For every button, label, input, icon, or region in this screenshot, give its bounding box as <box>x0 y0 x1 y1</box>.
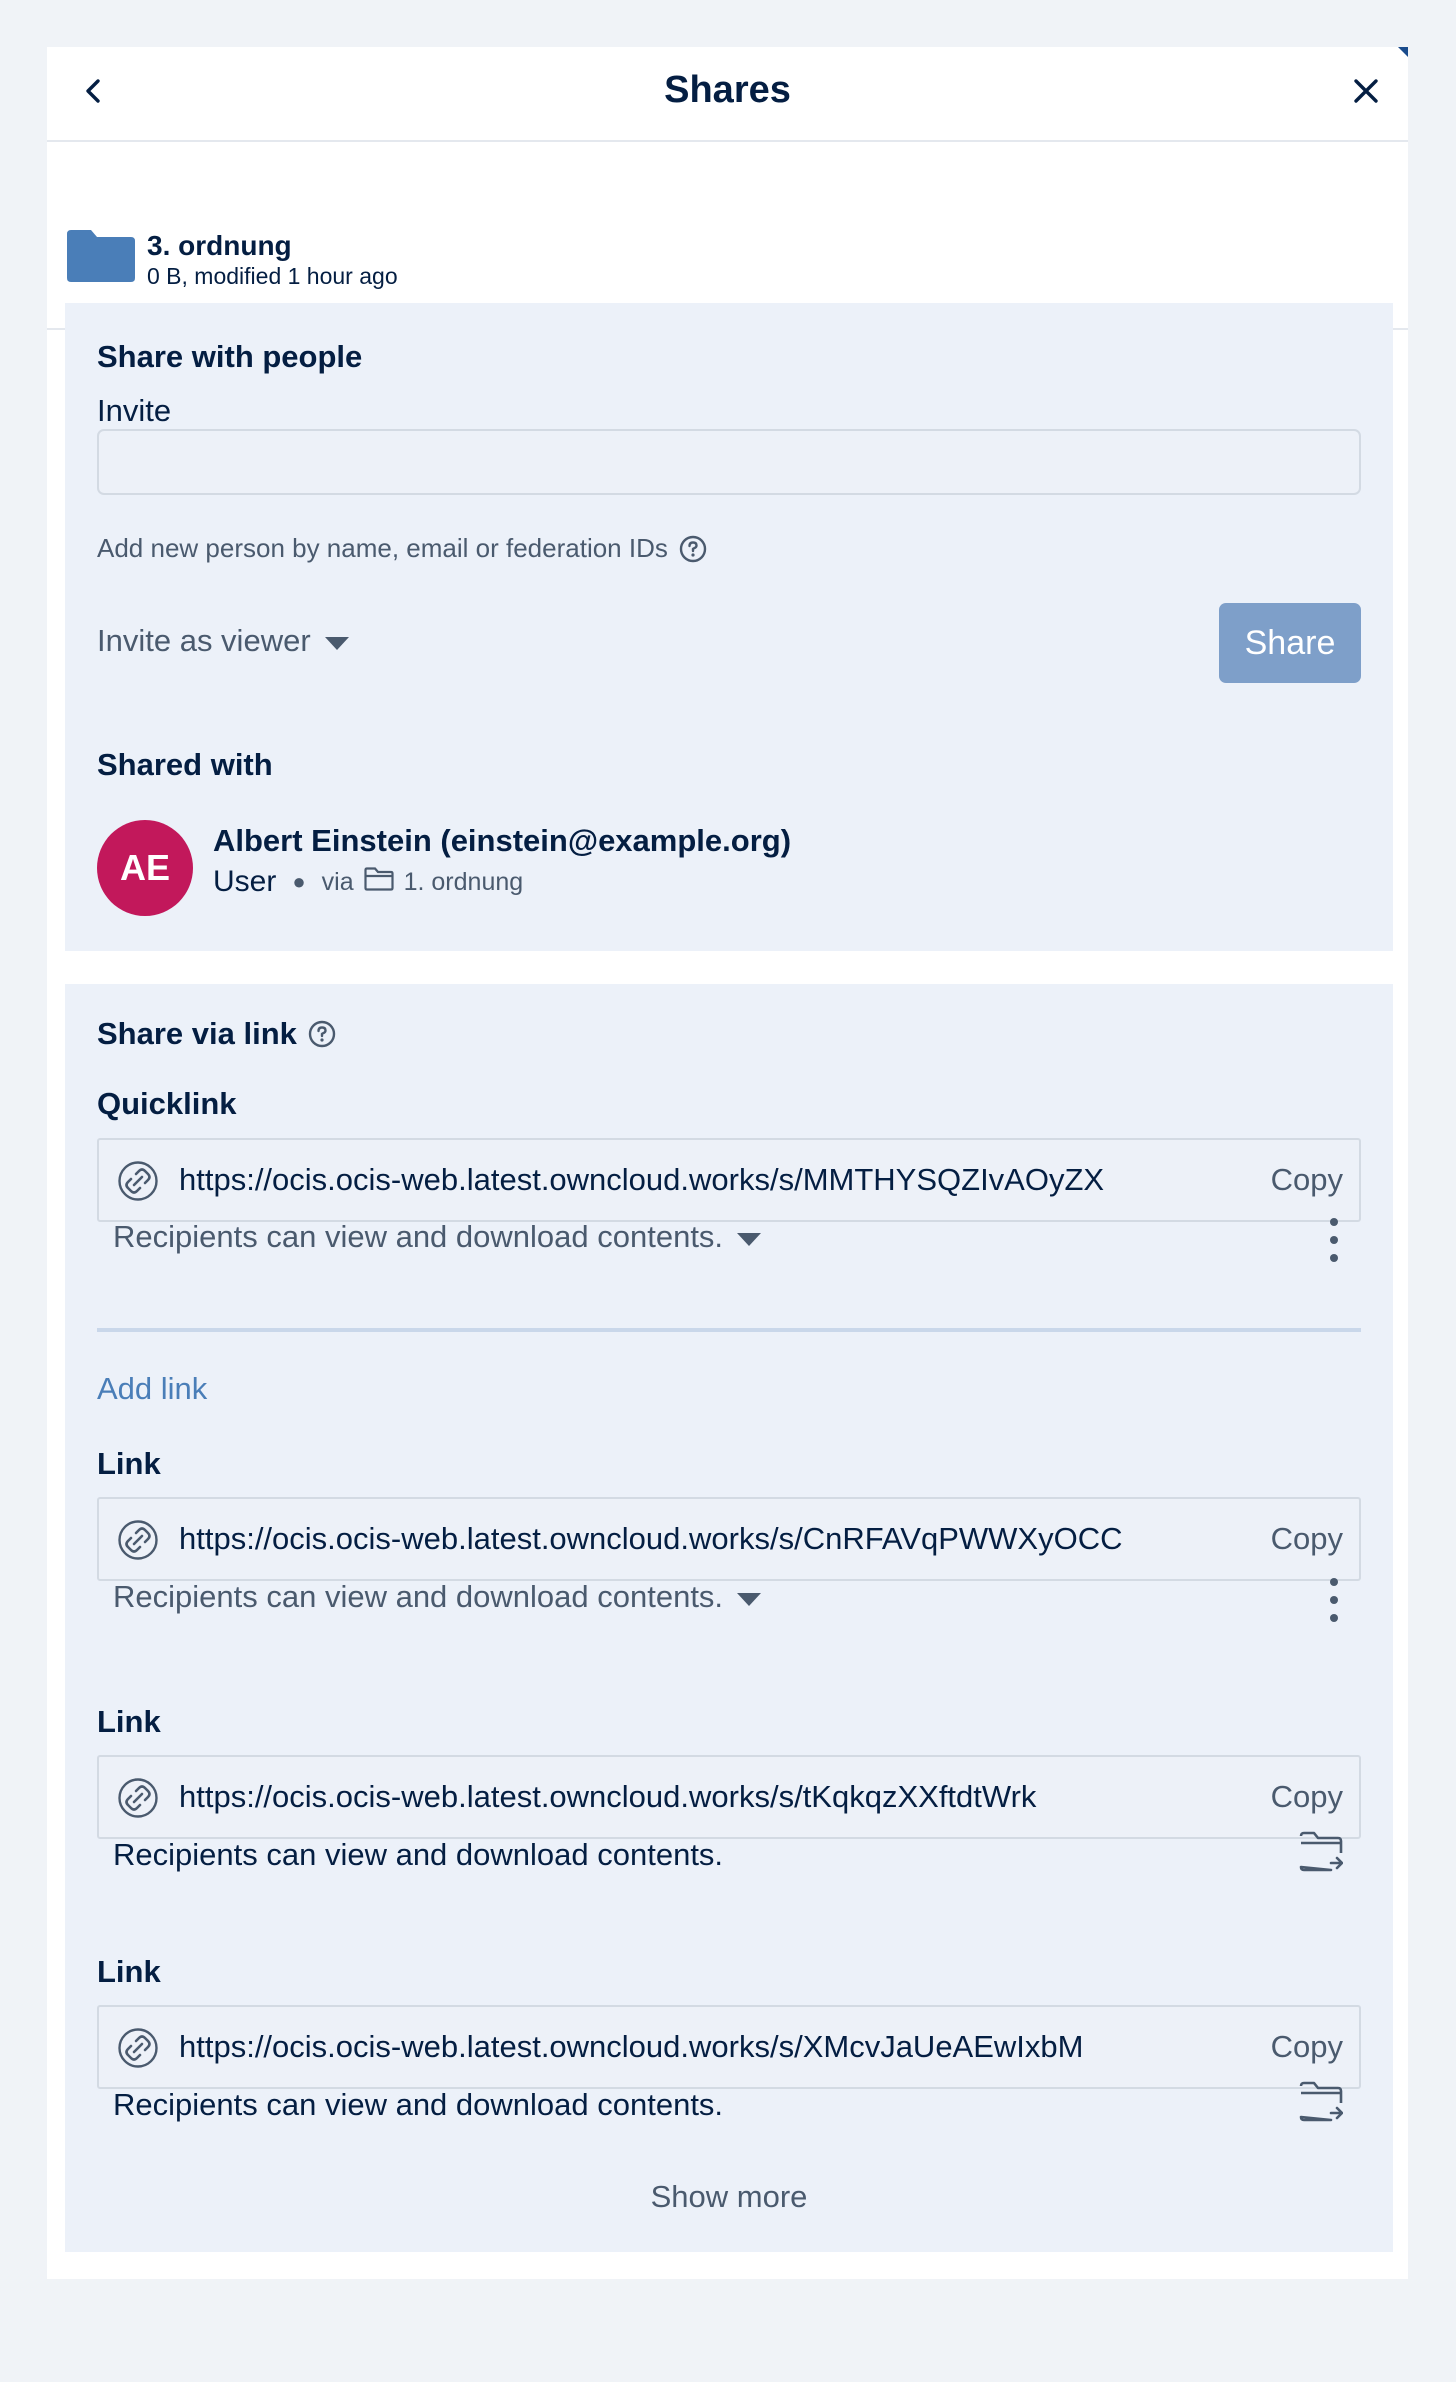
share-with-people-heading: Share with people <box>97 339 363 374</box>
avatar: AE <box>97 820 193 916</box>
quicklink-url[interactable]: https://ocis.ocis-web.latest.owncloud.wo… <box>179 1162 1104 1198</box>
caret-down-icon <box>737 1579 762 1615</box>
invite-hint: Add new person by name, email or federat… <box>97 533 708 564</box>
separator-dot: ● <box>292 869 306 894</box>
file-info: 3. ordnung 0 B, modified 1 hour ago <box>47 142 1408 330</box>
more-vertical-icon-dot <box>1330 1254 1338 1262</box>
more-vertical-icon-dot <box>1330 1614 1338 1622</box>
file-name: 3. ordnung <box>147 230 292 261</box>
link-url[interactable]: https://ocis.ocis-web.latest.owncloud.wo… <box>179 1779 1036 1815</box>
share-via-link-section: Share via link Quicklink https://ocis.oc… <box>65 984 1393 2252</box>
quicklink-permission-select[interactable]: Recipients can view and download content… <box>113 1219 762 1255</box>
close-icon <box>1352 77 1380 110</box>
collaborator-role[interactable]: User <box>213 865 276 899</box>
more-vertical-icon <box>1330 1578 1338 1586</box>
invite-role-label: Invite as viewer <box>97 623 311 658</box>
shared-with-heading: Shared with <box>97 747 273 782</box>
link-heading: Link <box>97 1954 161 1989</box>
shares-panel: Shares 3. ordnung 0 B, modified 1 hour a… <box>47 47 1408 2279</box>
invite-input[interactable] <box>97 429 1361 495</box>
collaborator-details: User ● via 1. ordnung <box>213 865 523 899</box>
link-more-button[interactable] <box>1319 1578 1349 1622</box>
close-button[interactable] <box>1344 71 1388 115</box>
folder-icon <box>67 230 135 287</box>
link-icon <box>117 1519 159 1566</box>
show-more-button[interactable]: Show more <box>65 2179 1393 2215</box>
caret-down-icon <box>737 1219 762 1255</box>
share-via-link-heading: Share via link <box>97 1016 297 1051</box>
share-button[interactable]: Share <box>1219 603 1361 683</box>
link-box: https://ocis.ocis-web.latest.owncloud.wo… <box>97 2005 1361 2089</box>
panel-header: Shares <box>47 47 1408 142</box>
link-icon <box>117 1160 159 1207</box>
link-permission-label: Recipients can view and download content… <box>113 1579 724 1614</box>
link-permission-label: Recipients can view and download content… <box>113 1837 724 1872</box>
add-link-button[interactable]: Add link <box>97 1371 207 1407</box>
via-folder-link[interactable]: 1. ordnung <box>404 868 524 897</box>
quicklink-permission-label: Recipients can view and download content… <box>113 1219 724 1254</box>
file-meta: 0 B, modified 1 hour ago <box>147 263 398 289</box>
more-vertical-icon-dot <box>1330 1596 1338 1604</box>
link-url[interactable]: https://ocis.ocis-web.latest.owncloud.wo… <box>179 2029 1083 2065</box>
share-with-people-section: Share with people Invite Add new person … <box>65 303 1393 951</box>
question-circle-icon[interactable] <box>678 534 708 564</box>
link-permission-select[interactable]: Recipients can view and download content… <box>113 1579 762 1615</box>
folder-arrow-icon[interactable] <box>1299 2081 1344 2128</box>
more-vertical-icon <box>1330 1218 1338 1226</box>
link-permission-label: Recipients can view and download content… <box>113 2087 724 2122</box>
link-box: https://ocis.ocis-web.latest.owncloud.wo… <box>97 1755 1361 1839</box>
invite-label: Invite <box>97 393 172 428</box>
link-copy-button[interactable]: Copy <box>1271 1521 1343 1557</box>
invite-hint-text: Add new person by name, email or federat… <box>97 533 668 563</box>
folder-arrow-icon[interactable] <box>1299 1831 1344 1878</box>
invite-role-select[interactable]: Invite as viewer <box>97 623 349 659</box>
share-via-link-header: Share via link <box>97 1016 337 1052</box>
panel-title: Shares <box>664 69 791 111</box>
more-vertical-icon-dot <box>1330 1236 1338 1244</box>
quicklink-box: https://ocis.ocis-web.latest.owncloud.wo… <box>97 1138 1361 1222</box>
link-icon <box>117 1777 159 1824</box>
quicklink-copy-button[interactable]: Copy <box>1271 1162 1343 1198</box>
folder-outline-icon <box>364 865 394 899</box>
quicklink-heading: Quicklink <box>97 1086 237 1121</box>
link-box: https://ocis.ocis-web.latest.owncloud.wo… <box>97 1497 1361 1581</box>
question-circle-icon[interactable] <box>307 1019 337 1049</box>
collaborator-name: Albert Einstein (einstein@example.org) <box>213 823 792 858</box>
via-label: via <box>321 867 354 896</box>
link-url[interactable]: https://ocis.ocis-web.latest.owncloud.wo… <box>179 1521 1123 1557</box>
link-heading: Link <box>97 1446 161 1481</box>
caret-down-icon <box>324 623 349 659</box>
quicklink-more-button[interactable] <box>1319 1218 1349 1262</box>
link-copy-button[interactable]: Copy <box>1271 2029 1343 2065</box>
link-copy-button[interactable]: Copy <box>1271 1779 1343 1815</box>
link-icon <box>117 2027 159 2074</box>
divider <box>97 1328 1361 1332</box>
link-heading: Link <box>97 1704 161 1739</box>
